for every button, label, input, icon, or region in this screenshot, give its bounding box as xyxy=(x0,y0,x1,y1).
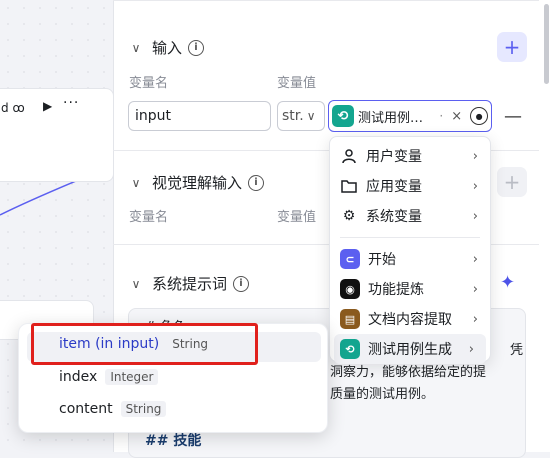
system-prompt-header[interactable]: ∨ 系统提示词 i xyxy=(126,273,250,294)
column-label-name: 变量名 xyxy=(129,210,169,225)
inputs-section-header[interactable]: ∨ 输入 i xyxy=(126,37,205,58)
menu-item-doc-extract-node[interactable]: ▤ 文档内容提取 › xyxy=(330,304,490,334)
gear-icon: ⚙ xyxy=(342,208,356,224)
info-icon[interactable]: i xyxy=(248,174,265,191)
prompt-heading: ## 技能 xyxy=(145,433,202,449)
prompt-line: 洞察力，能够依据给定的提 xyxy=(330,365,487,380)
llm-node-icon: ◉ xyxy=(340,279,360,299)
column-label-value: 变量值 xyxy=(277,210,317,225)
remove-input-button[interactable]: — xyxy=(504,106,522,127)
section-title: 视觉理解输入 xyxy=(152,174,243,192)
column-label-name: 变量名 xyxy=(129,76,169,91)
variable-value-ref[interactable]: ⟲ 测试用例… · × ● xyxy=(328,100,492,132)
output-item-index[interactable]: index Integer xyxy=(59,369,159,385)
section-title: 系统提示词 xyxy=(152,275,228,293)
menu-item-label: 应用变量 xyxy=(366,179,422,195)
add-visual-input-button[interactable]: + xyxy=(497,167,527,197)
menu-item-testcase-node[interactable]: ⟲ 测试用例生成 › xyxy=(334,334,486,364)
type-badge: String xyxy=(120,401,167,417)
menu-item-label: 系统变量 xyxy=(366,209,422,225)
divider xyxy=(113,0,539,1)
start-node-icon: ⊂ xyxy=(340,249,360,269)
type-badge: Integer xyxy=(105,369,159,385)
link-node-icon: ⟲ xyxy=(340,339,360,359)
variable-type-select[interactable]: str. ∨ xyxy=(277,101,325,131)
chevron-right-icon: › xyxy=(472,148,478,164)
section-title: 输入 xyxy=(152,39,183,57)
type-label: str. xyxy=(282,108,304,124)
ai-optimize-icon[interactable]: ✦ xyxy=(500,272,515,293)
chevron-right-icon: › xyxy=(468,341,474,357)
info-icon[interactable]: i xyxy=(233,275,250,292)
menu-item-label: 测试用例生成 xyxy=(368,342,452,358)
output-label: index xyxy=(59,369,98,385)
output-item-content[interactable]: content String xyxy=(59,401,167,417)
chevron-down-icon: ∨ xyxy=(306,109,316,123)
play-icon[interactable]: ▶ xyxy=(43,99,52,113)
target-icon[interactable]: ● xyxy=(470,107,488,125)
menu-item-system-vars[interactable]: ⚙ 系统变量 › xyxy=(330,201,490,231)
chevron-right-icon: › xyxy=(472,251,478,267)
menu-item-label: 开始 xyxy=(368,252,396,268)
menu-item-label: 文档内容提取 xyxy=(368,312,452,328)
workflow-node-card[interactable]: d ꝏ ▶ ··· xyxy=(0,88,114,182)
output-label: content xyxy=(59,401,113,417)
user-icon xyxy=(340,147,358,165)
chevron-right-icon: › xyxy=(472,311,478,327)
prompt-line: 凭 xyxy=(510,343,524,358)
chevron-down-icon[interactable]: ∨ xyxy=(126,176,146,190)
chevron-right-icon: › xyxy=(472,208,478,224)
menu-divider xyxy=(340,237,480,238)
clear-icon[interactable]: × xyxy=(451,109,462,124)
column-label-value: 变量值 xyxy=(277,76,317,91)
link-icon: ꝏ xyxy=(12,101,25,115)
variable-name-input[interactable]: input xyxy=(128,101,271,131)
annotation-highlight-box xyxy=(31,323,258,365)
prompt-line: 质量的测试用例。 xyxy=(330,387,435,402)
menu-item-start-node[interactable]: ⊂ 开始 › xyxy=(330,244,490,274)
menu-item-label: 功能提炼 xyxy=(368,282,424,298)
menu-item-label: 用户变量 xyxy=(366,149,422,165)
link-node-icon: ⟲ xyxy=(332,105,354,127)
visual-section-header[interactable]: ∨ 视觉理解输入 i xyxy=(126,172,265,193)
chevron-down-icon[interactable]: ∨ xyxy=(126,41,146,55)
chevron-down-icon[interactable]: ∨ xyxy=(126,277,146,291)
panel-scrollbar[interactable] xyxy=(542,0,550,90)
ref-node-label: 测试用例… xyxy=(358,110,424,126)
ref-separator: · xyxy=(439,109,444,123)
node-title: d ꝏ xyxy=(1,101,25,115)
add-input-button[interactable]: + xyxy=(497,32,527,62)
menu-item-app-vars[interactable]: 应用变量 › xyxy=(330,171,490,201)
info-icon[interactable]: i xyxy=(188,39,205,56)
doc-node-icon: ▤ xyxy=(340,309,360,329)
chevron-right-icon: › xyxy=(472,178,478,194)
folder-icon xyxy=(340,177,358,195)
variable-source-menu: 用户变量 › 应用变量 › ⚙ 系统变量 › ⊂ 开始 › ◉ 功能提炼 › ▤… xyxy=(329,136,491,364)
chevron-right-icon: › xyxy=(472,281,478,297)
menu-item-feature-extract-node[interactable]: ◉ 功能提炼 › xyxy=(330,274,490,304)
more-icon[interactable]: ··· xyxy=(63,95,79,111)
menu-item-user-vars[interactable]: 用户变量 › xyxy=(330,141,490,171)
